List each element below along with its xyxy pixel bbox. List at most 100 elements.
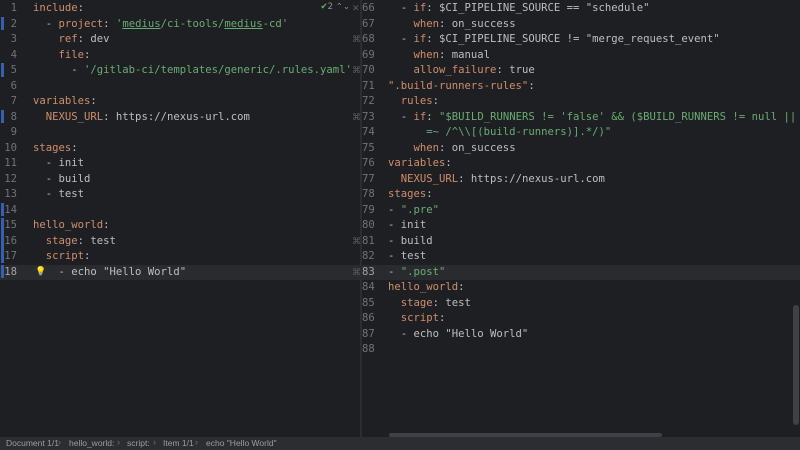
line-number: 3 <box>10 33 17 45</box>
code-token: - <box>33 17 59 30</box>
code-line[interactable]: 80 - init <box>362 218 800 234</box>
code-line[interactable]: 75 when: on_success <box>362 141 800 157</box>
code-line[interactable]: 11 - init <box>0 156 360 172</box>
code-line[interactable]: 4 file: <box>0 48 360 64</box>
code-token: when <box>413 48 440 61</box>
code-line[interactable]: 68 - if: $CI_PIPELINE_SOURCE != "merge_r… <box>362 32 800 48</box>
line-number: 72 <box>362 95 375 107</box>
code-text: - echo "Hello World" <box>388 327 529 343</box>
breadcrumb-echo[interactable]: echo "Hello World" <box>206 438 277 448</box>
change-marker[interactable] <box>1 109 4 123</box>
line-number: 9 <box>10 126 17 138</box>
code-text: - '/gitlab-ci/templates/generic/.rules.y… <box>33 63 352 79</box>
code-line[interactable]: 17 script: <box>0 249 360 265</box>
line-number: 7 <box>10 95 17 107</box>
code-token: variables <box>33 95 91 107</box>
code-line[interactable]: 7 variables: <box>0 94 360 110</box>
code-line[interactable]: 78 stages: <box>362 187 800 203</box>
change-marker[interactable] <box>1 16 4 30</box>
code-line[interactable]: 74 =~ /^\\[(build-runners)].*/)" <box>362 125 800 141</box>
code-line[interactable]: 8 NEXUS_URL: https://nexus-url.com <box>0 110 360 126</box>
code-token: ref <box>58 33 78 45</box>
code-line[interactable]: 81 - build <box>362 234 800 250</box>
code-text: when: on_success <box>388 17 516 33</box>
code-line[interactable]: 9 <box>0 125 360 141</box>
code-line[interactable]: 2 - project: 'medius/ci-tools/medius-cd' <box>0 17 360 33</box>
left-editor-pane[interactable]: ✔2 ⌃⌄ 1 include: 2 - project: 'medius/ci-t… <box>0 0 360 437</box>
code-token: : <box>439 312 446 324</box>
code-line[interactable]: 14 <box>0 203 360 219</box>
right-editor-pane[interactable]: 66 - if: $CI_PIPELINE_SOURCE == "schedul… <box>362 0 800 437</box>
gutter-mark-icon[interactable]: ⌘ <box>352 113 360 123</box>
code-line[interactable]: 16 stage: test <box>0 234 360 250</box>
breadcrumb-item[interactable]: Item 1/1 <box>163 438 194 448</box>
code-token: : $CI_PIPELINE_SOURCE == "schedule" <box>426 2 650 14</box>
lightbulb-icon[interactable]: 💡 <box>35 265 46 281</box>
code-line[interactable]: 67 when: on_success <box>362 17 800 33</box>
line-number: 88 <box>362 343 375 355</box>
code-line[interactable]: 86 script: <box>362 311 800 327</box>
code-line[interactable]: 69 when: manual <box>362 48 800 64</box>
code-token: - <box>388 2 414 14</box>
code-line[interactable]: 71 ".build-runners-rules": <box>362 79 800 95</box>
code-line[interactable]: 85 stage: test <box>362 296 800 312</box>
code-line[interactable]: 82 - test <box>362 249 800 265</box>
code-token: - <box>388 33 414 45</box>
code-line[interactable]: 66 - if: $CI_PIPELINE_SOURCE == "schedul… <box>362 1 800 17</box>
code-text: variables: <box>388 156 452 172</box>
code-line[interactable]: 76 variables: <box>362 156 800 172</box>
chevron-right-icon: › <box>153 437 156 447</box>
gutter-mark-icon[interactable]: ⌘ <box>352 35 360 45</box>
code-line[interactable]: 77 NEXUS_URL: https://nexus-url.com <box>362 172 800 188</box>
code-text: include: <box>33 1 84 17</box>
code-token: : manual <box>439 48 491 61</box>
code-line[interactable]: 83- ".post" <box>362 264 800 280</box>
code-line[interactable]: 72 rules: <box>362 94 800 110</box>
change-marker[interactable] <box>1 218 4 263</box>
gutter-mark-icon[interactable]: ⌘ <box>352 66 360 76</box>
code-text: stages: <box>388 187 433 203</box>
breadcrumb-script[interactable]: script: <box>127 438 150 448</box>
code-token: =~ /^\\[(build-runners)].*/)" <box>388 126 612 138</box>
change-marker[interactable] <box>1 63 4 77</box>
code-line[interactable]: 73 - if: "$BUILD_RUNNERS != 'false' && (… <box>362 110 800 126</box>
code-text: - test <box>33 187 84 203</box>
code-token: : <box>458 281 465 293</box>
gutter-mark-icon[interactable]: ⌘ <box>352 237 360 247</box>
code-token: : <box>432 95 440 107</box>
code-line[interactable]: 10 stages: <box>0 141 360 157</box>
line-number: 66 <box>362 2 375 14</box>
code-line[interactable]: 88 <box>362 342 800 358</box>
line-number: 75 <box>362 141 375 154</box>
code-token: NEXUS_URL <box>400 172 459 185</box>
code-text: stage: test <box>388 296 471 312</box>
code-line[interactable]: 84 hello_world: <box>362 280 800 296</box>
code-line[interactable]: 15 hello_world: <box>0 218 360 234</box>
code-line[interactable]: 13 - test <box>0 187 360 203</box>
breadcrumb-document[interactable]: Document 1/1 <box>6 438 59 448</box>
code-text: hello_world: <box>33 218 110 234</box>
code-line[interactable]: 79- ".pre" <box>362 203 800 219</box>
line-number: 10 <box>4 141 17 154</box>
change-marker[interactable] <box>1 202 4 216</box>
code-line[interactable]: 70 allow_failure: true <box>362 63 800 79</box>
code-line[interactable]: 6 <box>0 79 360 95</box>
code-line[interactable]: 1 include: <box>0 1 360 17</box>
gutter-mark-icon[interactable]: ✕ <box>352 4 360 14</box>
gutter-mark-icon[interactable]: ⌘ <box>352 268 360 278</box>
code-line[interactable]: 87 - echo "Hello World" <box>362 327 800 343</box>
code-token: variables <box>388 157 446 169</box>
change-marker[interactable] <box>1 264 4 278</box>
code-line[interactable]: 12 - build <box>0 172 360 188</box>
line-number: 1 <box>10 2 17 14</box>
code-line[interactable]: 18 - echo "Hello World" 💡 <box>0 264 360 281</box>
code-text: - test <box>388 249 426 265</box>
code-line[interactable]: 5 - '/gitlab-ci/templates/generic/.rules… <box>0 63 360 79</box>
code-line[interactable]: 3 ref: dev <box>0 32 360 48</box>
breadcrumb-hello-world[interactable]: hello_world: <box>69 438 114 448</box>
